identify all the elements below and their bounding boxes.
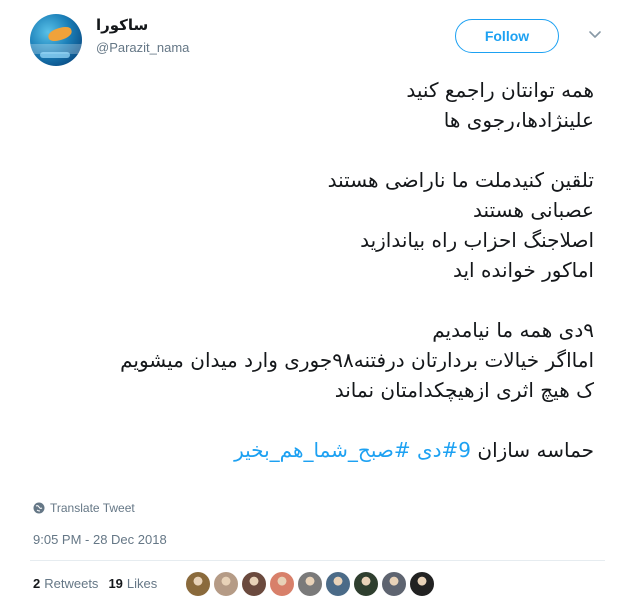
divider: [30, 560, 605, 561]
liker-avatar[interactable]: [325, 571, 351, 597]
follow-button[interactable]: Follow: [455, 19, 559, 53]
hashtag-link[interactable]: 9#دی: [417, 438, 471, 462]
tweet-line: اصلاجنگ احزاب راه بیاندازید: [360, 228, 594, 252]
liker-avatar[interactable]: [269, 571, 295, 597]
tweet-line-text: حماسه سازان: [471, 438, 594, 462]
tweet-text: همه توانتان راجمع کنید علینژادها،رجوی ها…: [34, 75, 594, 465]
liker-avatar[interactable]: [241, 571, 267, 597]
retweets-label: Retweets: [44, 576, 99, 591]
avatar-fish: [46, 25, 74, 43]
likes-stat[interactable]: 19 Likes: [108, 576, 157, 591]
tweet-line-hashtags: حماسه سازان 9#دی #صبح_شما_هم_بخیر: [34, 435, 594, 465]
liker-avatar[interactable]: [409, 571, 435, 597]
tweet-header: ساکورا @Parazit_nama Follow: [30, 10, 610, 66]
tweet-line: همه توانتان راجمع کنید: [406, 78, 594, 102]
chevron-down-icon[interactable]: [588, 28, 602, 42]
tweet-timestamp[interactable]: 9:05 PM - 28 Dec 2018: [33, 532, 167, 547]
user-handle[interactable]: @Parazit_nama: [96, 40, 189, 55]
tweet-line-gap: [34, 135, 594, 165]
tweet-line: امااگر خیالات بردارتان درفتنه۹۸جوری وارد…: [120, 348, 594, 372]
likers-facepile: [185, 571, 437, 597]
tweet-line: ک هیچ اثری ازهیچکدامتان نماند: [334, 378, 594, 402]
globe-icon: [33, 502, 45, 514]
display-name[interactable]: ساکورا: [96, 16, 148, 34]
liker-avatar[interactable]: [185, 571, 211, 597]
tweet-line: تلقین کنیدملت ما ناراضی هستند: [327, 168, 594, 192]
liker-avatar[interactable]: [213, 571, 239, 597]
translate-tweet-link[interactable]: Translate Tweet: [33, 501, 135, 515]
tweet-line: علینژادها،رجوی ها: [443, 108, 594, 132]
likes-count: 19: [108, 576, 123, 591]
avatar-dot: [40, 52, 70, 58]
retweets-count: 2: [33, 576, 41, 591]
tweet-line-gap: [34, 285, 594, 315]
tweet-line: اماکور خوانده اید: [452, 258, 594, 282]
translate-label[interactable]: Translate Tweet: [50, 501, 135, 515]
hashtag-link[interactable]: #صبح_شما_هم_بخیر: [234, 438, 411, 462]
liker-avatar[interactable]: [353, 571, 379, 597]
tweet-stats: 2 Retweets 19 Likes: [33, 576, 167, 591]
tweet-line: عصبانی هستند: [473, 198, 594, 222]
likes-label: Likes: [126, 576, 158, 591]
liker-avatar[interactable]: [381, 571, 407, 597]
retweets-stat[interactable]: 2 Retweets: [33, 576, 98, 591]
tweet-line-gap: [34, 405, 594, 435]
tweet-line: ۹دی همه ما نیامدیم: [432, 318, 594, 342]
avatar[interactable]: [30, 14, 82, 66]
liker-avatar[interactable]: [297, 571, 323, 597]
